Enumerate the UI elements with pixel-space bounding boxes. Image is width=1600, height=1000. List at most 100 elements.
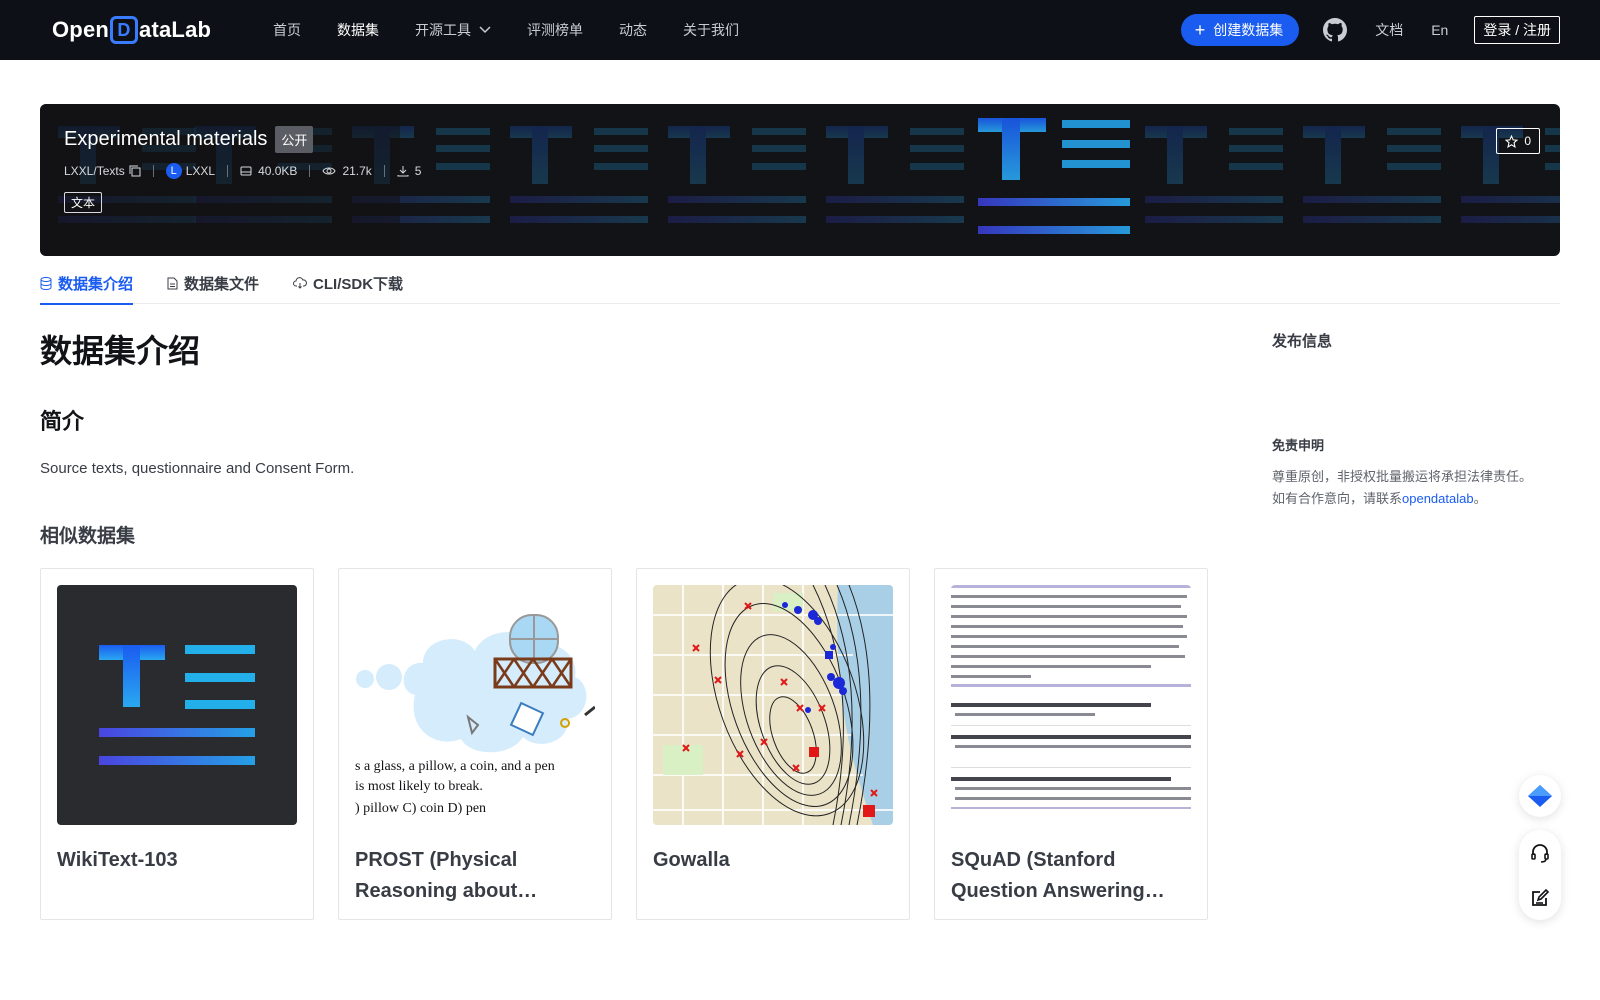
disclaimer-contact-prefix: 如有合作意向，请联系 (1272, 491, 1403, 506)
disclaimer-heading: 免责申明 (1272, 438, 1325, 453)
disclaimer-line: 尊重原创，非授权批量搬运将承担法律责任。 (1272, 469, 1533, 484)
logo-text-open: Open (52, 17, 110, 42)
meta-divider (383, 165, 385, 177)
docs-link[interactable]: 文档 (1375, 20, 1403, 40)
menu-item-leaderboard[interactable]: 评测榜单 (527, 20, 583, 40)
similar-dataset-title: SQuAD (Stanford Question Answering… (951, 849, 1165, 902)
intro-heading: 数据集介绍 (40, 333, 201, 369)
logo-d-mark: D (110, 16, 139, 44)
tab-dataset-intro[interactable]: 数据集介绍 (40, 262, 134, 305)
plus-icon: + (1194, 20, 1206, 40)
dataset-meta: LXXL/Texts L LXXL 40.0KB 21.7k 5 (64, 163, 421, 179)
dataset-thumbnail (951, 585, 1191, 825)
star-count: 0 (1524, 134, 1531, 148)
dataset-intro-content: 数据集介绍 简介 Source texts, questionnaire and… (40, 326, 1210, 920)
view-count: 21.7k (322, 164, 372, 178)
size-value: 40.0KB (258, 164, 298, 178)
floating-assistant-button[interactable] (1519, 775, 1561, 817)
cloud-download-icon (293, 277, 307, 289)
repo-path[interactable]: LXXL/Texts (64, 164, 141, 178)
edit-note-icon (1532, 888, 1550, 906)
menu-label: 关于我们 (683, 22, 739, 38)
top-navbar: Open D ataLab 首页 数据集 开源工具 评测榜单 动态 关于我们 +… (0, 0, 1600, 60)
disclaimer-contact-line: 如有合作意向，请联系opendatalab。 (1272, 488, 1562, 510)
storage-icon (240, 166, 252, 176)
release-info-sidebar: 发布信息 免责申明 尊重原创，非授权批量搬运将承担法律责任。 如有合作意向，请联… (1272, 330, 1562, 510)
dataset-thumbnail: s a glass, a pillow, a coin, and a pen i… (355, 585, 595, 825)
similar-dataset-card[interactable]: SQuAD (Stanford Question Answering… (934, 568, 1208, 920)
summary-heading: 简介 (40, 409, 85, 434)
star-icon (1505, 134, 1519, 148)
opendatalab-logo[interactable]: Open D ataLab (52, 14, 211, 46)
eye-icon (322, 167, 336, 175)
similar-dataset-card[interactable]: Gowalla (636, 568, 910, 920)
repo-path-text: LXXL/Texts (64, 164, 125, 178)
similar-dataset-title: PROST (Physical Reasoning about… (355, 849, 538, 902)
menu-item-home[interactable]: 首页 (273, 20, 301, 40)
menu-label: 动态 (619, 22, 647, 38)
language-switch[interactable]: En (1431, 22, 1448, 38)
file-icon (167, 277, 178, 289)
prost-question-text-line1: s a glass, a pillow, a coin, and a pen (355, 759, 555, 774)
summary-text: Source texts, questionnaire and Consent … (40, 460, 355, 477)
menu-label: 数据集 (337, 22, 379, 38)
squad-document-illustration (951, 585, 1191, 809)
menu-item-news[interactable]: 动态 (619, 20, 647, 40)
main-menu: 首页 数据集 开源工具 评测榜单 动态 关于我们 (273, 0, 775, 60)
chevron-down-icon (479, 26, 491, 34)
menu-label: 评测榜单 (527, 22, 583, 38)
dataset-header: Experimental materials 公开 LXXL/Texts L L… (64, 126, 421, 213)
views-value: 21.7k (342, 164, 372, 178)
downloads-value: 5 (414, 164, 422, 178)
login-register-button[interactable]: 登录 / 注册 (1474, 16, 1560, 44)
dataset-size: 40.0KB (240, 164, 297, 178)
customer-service-button[interactable] (1519, 830, 1561, 875)
opendatalab-contact-link[interactable]: opendatalab (1402, 491, 1474, 506)
data-type-tag[interactable]: 文本 (64, 192, 103, 213)
headset-icon (1531, 843, 1549, 863)
download-count: 5 (397, 164, 422, 178)
gowalla-map-illustration (653, 585, 893, 825)
similar-datasets-heading: 相似数据集 (40, 526, 136, 547)
dataset-title: Experimental materials (64, 128, 268, 150)
title-row: Experimental materials 公开 (64, 126, 421, 153)
visibility-badge: 公开 (275, 126, 314, 153)
copy-icon[interactable] (129, 165, 141, 177)
menu-item-datasets[interactable]: 数据集 (337, 20, 379, 40)
prost-illustration: s a glass, a pillow, a coin, and a pen i… (355, 614, 595, 816)
similar-dataset-card[interactable]: s a glass, a pillow, a coin, and a pen i… (338, 568, 612, 920)
create-dataset-label: 创建数据集 (1213, 22, 1284, 38)
meta-divider (152, 165, 154, 177)
text-type-icon (99, 645, 255, 765)
prost-question-text-line2: is most likely to break. (355, 779, 483, 794)
dataset-thumbnail (57, 585, 297, 825)
tab-dataset-files[interactable]: 数据集文件 (167, 262, 259, 304)
floating-support-group (1519, 830, 1561, 920)
tab-label: CLI/SDK下载 (313, 275, 404, 293)
similar-dataset-title: WikiText-103 (57, 849, 178, 871)
disclaimer-text: 尊重原创，非授权批量搬运将承担法律责任。 如有合作意向，请联系opendatal… (1272, 466, 1562, 510)
owner[interactable]: L LXXL (165, 163, 216, 179)
owner-name: LXXL (185, 164, 216, 178)
menu-item-about[interactable]: 关于我们 (683, 20, 739, 40)
tab-label: 数据集文件 (184, 275, 260, 293)
meta-divider (227, 165, 229, 177)
tab-label: 数据集介绍 (58, 275, 134, 293)
star-button[interactable]: 0 (1496, 128, 1540, 154)
dataset-thumbnail (653, 585, 893, 825)
logo-text-datalab: ataLab (139, 17, 212, 42)
create-dataset-button[interactable]: + 创建数据集 (1180, 14, 1300, 46)
github-icon[interactable] (1323, 18, 1348, 42)
tab-cli-sdk-download[interactable]: CLI/SDK下载 (293, 262, 403, 304)
meta-divider (309, 165, 311, 177)
similar-dataset-card[interactable]: WikiText-103 (40, 568, 314, 920)
dataset-banner: Experimental materials 公开 LXXL/Texts L L… (40, 104, 1560, 256)
database-icon (40, 276, 52, 290)
menu-label: 开源工具 (415, 22, 471, 38)
feedback-button[interactable] (1519, 875, 1561, 920)
disclaimer-contact-suffix: 。 (1473, 491, 1487, 506)
menu-item-open-source-tools[interactable]: 开源工具 (415, 20, 491, 40)
avatar: L (165, 163, 182, 179)
prost-answer-options: ) pillow C) coin D) pen (355, 801, 486, 816)
nav-right-actions: + 创建数据集 文档 En 登录 / 注册 (1180, 0, 1560, 60)
